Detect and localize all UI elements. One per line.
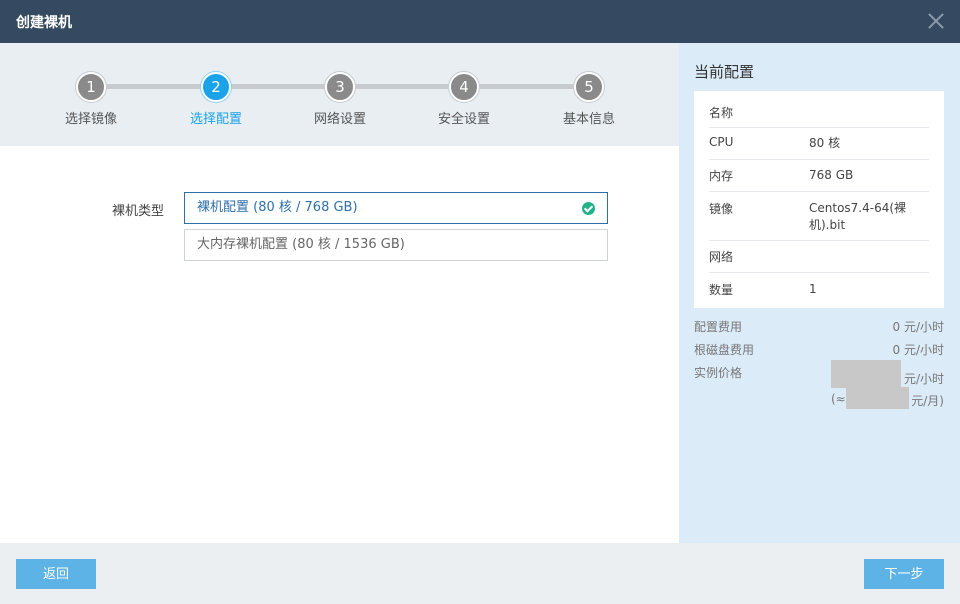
option-label: 大内存裸机配置 (80 核 / 1536 GB)	[197, 237, 405, 252]
price-label: 实例价格	[694, 366, 743, 380]
price-hour-unit: 元/小时	[903, 372, 944, 386]
summary-value: 80 核	[809, 136, 841, 150]
config-option-standard[interactable]: 裸机配置 (80 核 / 768 GB)	[184, 192, 608, 224]
dialog-footer: 返回 下一步	[0, 543, 960, 604]
price-month-unit: 元/月)	[911, 394, 944, 408]
next-step-button[interactable]: 下一步	[864, 559, 944, 589]
step-number: 4	[449, 72, 479, 102]
redacted-hourly-price	[831, 360, 901, 388]
step-number: 5	[574, 72, 604, 102]
summary-key: 数量	[709, 283, 734, 297]
step-number: 2	[201, 72, 231, 102]
current-config-sidebar: 当前配置 名称 CPU 80 核 内存 768 GB 镜像 Centos7.4-…	[679, 43, 960, 543]
dialog-title: 创建裸机	[16, 15, 72, 31]
step-label: 安全设置	[437, 112, 490, 127]
fee-value: 0 元/小时	[892, 343, 945, 357]
config-summary-table: 名称 CPU 80 核 内存 768 GB 镜像 Centos7.4-64(裸机…	[694, 91, 944, 308]
step-progress-bar: 1 选择镜像 2 选择配置 3 网络设置 4 安全设置 5 基本信息	[0, 43, 679, 146]
step-2[interactable]: 2 选择配置	[166, 72, 266, 127]
main-panel: 1 选择镜像 2 选择配置 3 网络设置 4 安全设置 5 基本信息 裸机类型 …	[0, 43, 679, 543]
summary-key: 网络	[709, 250, 734, 264]
summary-value: 1	[809, 282, 817, 296]
fee-label: 根磁盘费用	[694, 343, 755, 357]
summary-row-name: 名称	[709, 91, 929, 128]
summary-row-network: 网络	[709, 241, 929, 273]
step-label: 基本信息	[562, 112, 615, 127]
dialog-titlebar: 创建裸机	[0, 0, 960, 43]
step-number: 1	[76, 72, 106, 102]
step-label: 选择配置	[189, 112, 242, 127]
summary-row-quantity: 数量 1	[709, 273, 929, 306]
summary-value: 768 GB	[809, 168, 854, 182]
check-circle-icon	[582, 202, 595, 215]
summary-row-image: 镜像 Centos7.4-64(裸机).bit	[709, 192, 929, 241]
option-label: 裸机配置 (80 核 / 768 GB)	[197, 200, 358, 215]
summary-key: 镜像	[709, 202, 734, 216]
step-label: 网络设置	[313, 112, 366, 127]
fee-value: 0 元/小时	[892, 320, 945, 334]
summary-value: Centos7.4-64(裸机).bit	[809, 201, 907, 232]
summary-key: 名称	[709, 106, 734, 120]
step-1[interactable]: 1 选择镜像	[41, 72, 141, 127]
price-month-prefix: (≈	[831, 392, 846, 406]
redacted-monthly-price	[846, 387, 909, 409]
summary-key: 内存	[709, 169, 734, 183]
step-number: 3	[325, 72, 355, 102]
fee-label: 配置费用	[694, 320, 743, 334]
summary-row-cpu: CPU 80 核	[709, 128, 929, 160]
summary-row-memory: 内存 768 GB	[709, 160, 929, 192]
step-3[interactable]: 3 网络设置	[290, 72, 390, 127]
bare-metal-type-label: 裸机类型	[112, 204, 165, 219]
close-icon[interactable]	[926, 11, 946, 31]
create-bare-metal-dialog: 创建裸机 1 选择镜像 2 选择配置 3 网络设置 4 安全设置 5 基本信息 …	[0, 0, 960, 604]
back-button[interactable]: 返回	[16, 559, 96, 589]
step-label: 选择镜像	[64, 112, 117, 127]
config-option-large-memory[interactable]: 大内存裸机配置 (80 核 / 1536 GB)	[184, 229, 608, 261]
sidebar-title: 当前配置	[694, 63, 755, 81]
summary-key: CPU	[709, 135, 734, 149]
step-4[interactable]: 4 安全设置	[414, 72, 514, 127]
step-5[interactable]: 5 基本信息	[539, 72, 639, 127]
